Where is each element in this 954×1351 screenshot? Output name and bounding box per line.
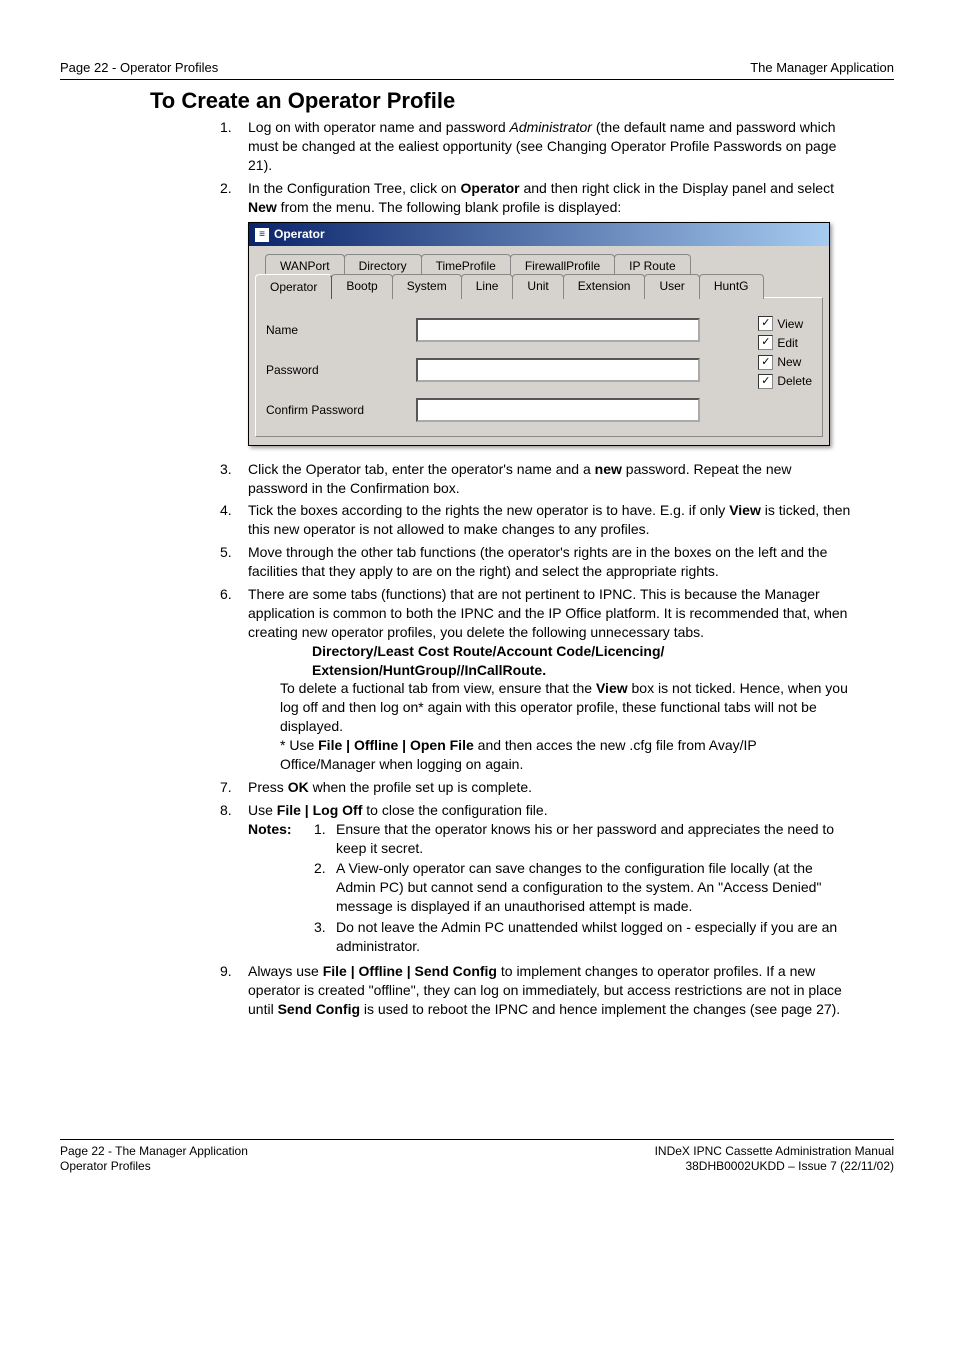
label-confirm-password: Confirm Password — [266, 402, 416, 418]
operator-dialog-screenshot: ≡ Operator WANPort Directory TimeProfile… — [248, 222, 830, 445]
step-2: 2. In the Configuration Tree, click on O… — [220, 179, 854, 456]
step-6: 6. There are some tabs (functions) that … — [220, 585, 854, 774]
text-bold: File | Offline | Send Config — [323, 963, 497, 979]
tab-panel-operator: Name Password Confirm Password — [255, 297, 823, 437]
text-bold: File | Offline | Open File — [318, 737, 474, 753]
tab-bootp[interactable]: Bootp — [331, 274, 392, 299]
step-number: 5. — [220, 543, 248, 581]
text-bold: New — [248, 199, 277, 215]
text: There are some tabs (functions) that are… — [248, 585, 854, 642]
step-number: 4. — [220, 501, 248, 539]
text: Press — [248, 779, 288, 795]
step-1: 1. Log on with operator name and passwor… — [220, 118, 854, 175]
text: and then right click in the Display pane… — [520, 180, 834, 196]
text: Tick the boxes according to the rights t… — [248, 502, 729, 518]
text-bold: Directory/Least Cost Route/Account Code/… — [312, 642, 854, 661]
step-7: 7. Press OK when the profile set up is c… — [220, 778, 854, 797]
label-password: Password — [266, 362, 416, 378]
text: To delete a fuctional tab from view, ens… — [280, 680, 596, 696]
text: In the Configuration Tree, click on — [248, 180, 460, 196]
step-number: 6. — [220, 585, 248, 774]
step-4: 4. Tick the boxes according to the right… — [220, 501, 854, 539]
note-number: 1. — [314, 820, 336, 858]
tab-extension[interactable]: Extension — [563, 274, 646, 299]
tab-operator[interactable]: Operator — [255, 274, 332, 299]
note-text: Ensure that the operator knows his or he… — [336, 820, 854, 858]
note-text: A View-only operator can save changes to… — [336, 859, 854, 916]
checkbox-label-delete: Delete — [777, 373, 812, 389]
text: to close the configuration file. — [362, 802, 547, 818]
tab-huntg[interactable]: HuntG — [699, 274, 764, 299]
text: Always use — [248, 963, 323, 979]
footer-left-2: Operator Profiles — [60, 1159, 248, 1175]
text: * Use — [280, 737, 318, 753]
footer-left-1: Page 22 - The Manager Application — [60, 1144, 248, 1160]
text: when the profile set up is complete. — [309, 779, 532, 795]
text: Move through the other tab functions (th… — [248, 543, 854, 581]
checkbox-delete[interactable]: ✓ — [758, 374, 773, 389]
step-number: 2. — [220, 179, 248, 456]
text-bold: Operator — [460, 180, 519, 196]
note-number: 2. — [314, 859, 336, 916]
text: Use — [248, 802, 277, 818]
input-confirm-password[interactable] — [416, 398, 700, 422]
step-number: 9. — [220, 962, 248, 1019]
note-text: Do not leave the Admin PC unattended whi… — [336, 918, 854, 956]
text-italic: Administrator — [510, 119, 592, 135]
step-8: 8. Use File | Log Off to close the confi… — [220, 801, 854, 958]
text-bold: View — [729, 502, 761, 518]
dialog-icon: ≡ — [255, 228, 269, 242]
tab-user[interactable]: User — [644, 274, 699, 299]
checkbox-new[interactable]: ✓ — [758, 355, 773, 370]
dialog-title: Operator — [274, 226, 325, 242]
note-number: 3. — [314, 918, 336, 956]
checkbox-view[interactable]: ✓ — [758, 316, 773, 331]
text-bold: Send Config — [278, 1001, 360, 1017]
dialog-titlebar: ≡ Operator — [249, 223, 829, 245]
step-number: 8. — [220, 801, 248, 958]
text-bold: File | Log Off — [277, 802, 363, 818]
step-number: 3. — [220, 460, 248, 498]
step-number: 7. — [220, 778, 248, 797]
step-5: 5. Move through the other tab functions … — [220, 543, 854, 581]
text: is used to reboot the IPNC and hence imp… — [360, 1001, 840, 1017]
step-9: 9. Always use File | Offline | Send Conf… — [220, 962, 854, 1019]
text-bold: Extension/HuntGroup//InCallRoute. — [312, 661, 854, 680]
tab-line[interactable]: Line — [461, 274, 514, 299]
notes-label: Notes: — [248, 820, 314, 858]
input-name[interactable] — [416, 318, 700, 342]
footer-right-2: 38DHB0002UKDD – Issue 7 (22/11/02) — [655, 1159, 894, 1175]
checkbox-label-edit: Edit — [777, 335, 798, 351]
label-name: Name — [266, 322, 416, 338]
text-bold: OK — [288, 779, 309, 795]
step-3: 3. Click the Operator tab, enter the ope… — [220, 460, 854, 498]
text: Log on with operator name and password — [248, 119, 510, 135]
text-bold: new — [595, 461, 622, 477]
section-heading: To Create an Operator Profile — [150, 88, 894, 114]
footer-right-1: INDeX IPNC Cassette Administration Manua… — [655, 1144, 894, 1160]
header-right: The Manager Application — [750, 60, 894, 75]
text-bold: View — [596, 680, 628, 696]
text: Click the Operator tab, enter the operat… — [248, 461, 595, 477]
tab-unit[interactable]: Unit — [512, 274, 563, 299]
header-left: Page 22 - Operator Profiles — [60, 60, 218, 75]
step-number: 1. — [220, 118, 248, 175]
checkbox-label-view: View — [777, 316, 803, 332]
input-password[interactable] — [416, 358, 700, 382]
page-footer: Page 22 - The Manager Application Operat… — [60, 1139, 894, 1175]
checkbox-edit[interactable]: ✓ — [758, 335, 773, 350]
page-header: Page 22 - Operator Profiles The Manager … — [60, 60, 894, 80]
tab-system[interactable]: System — [392, 274, 462, 299]
tab-row-front: Operator Bootp System Line Unit Extensio… — [255, 274, 823, 299]
text: from the menu. The following blank profi… — [277, 199, 621, 215]
checkbox-label-new: New — [777, 354, 801, 370]
